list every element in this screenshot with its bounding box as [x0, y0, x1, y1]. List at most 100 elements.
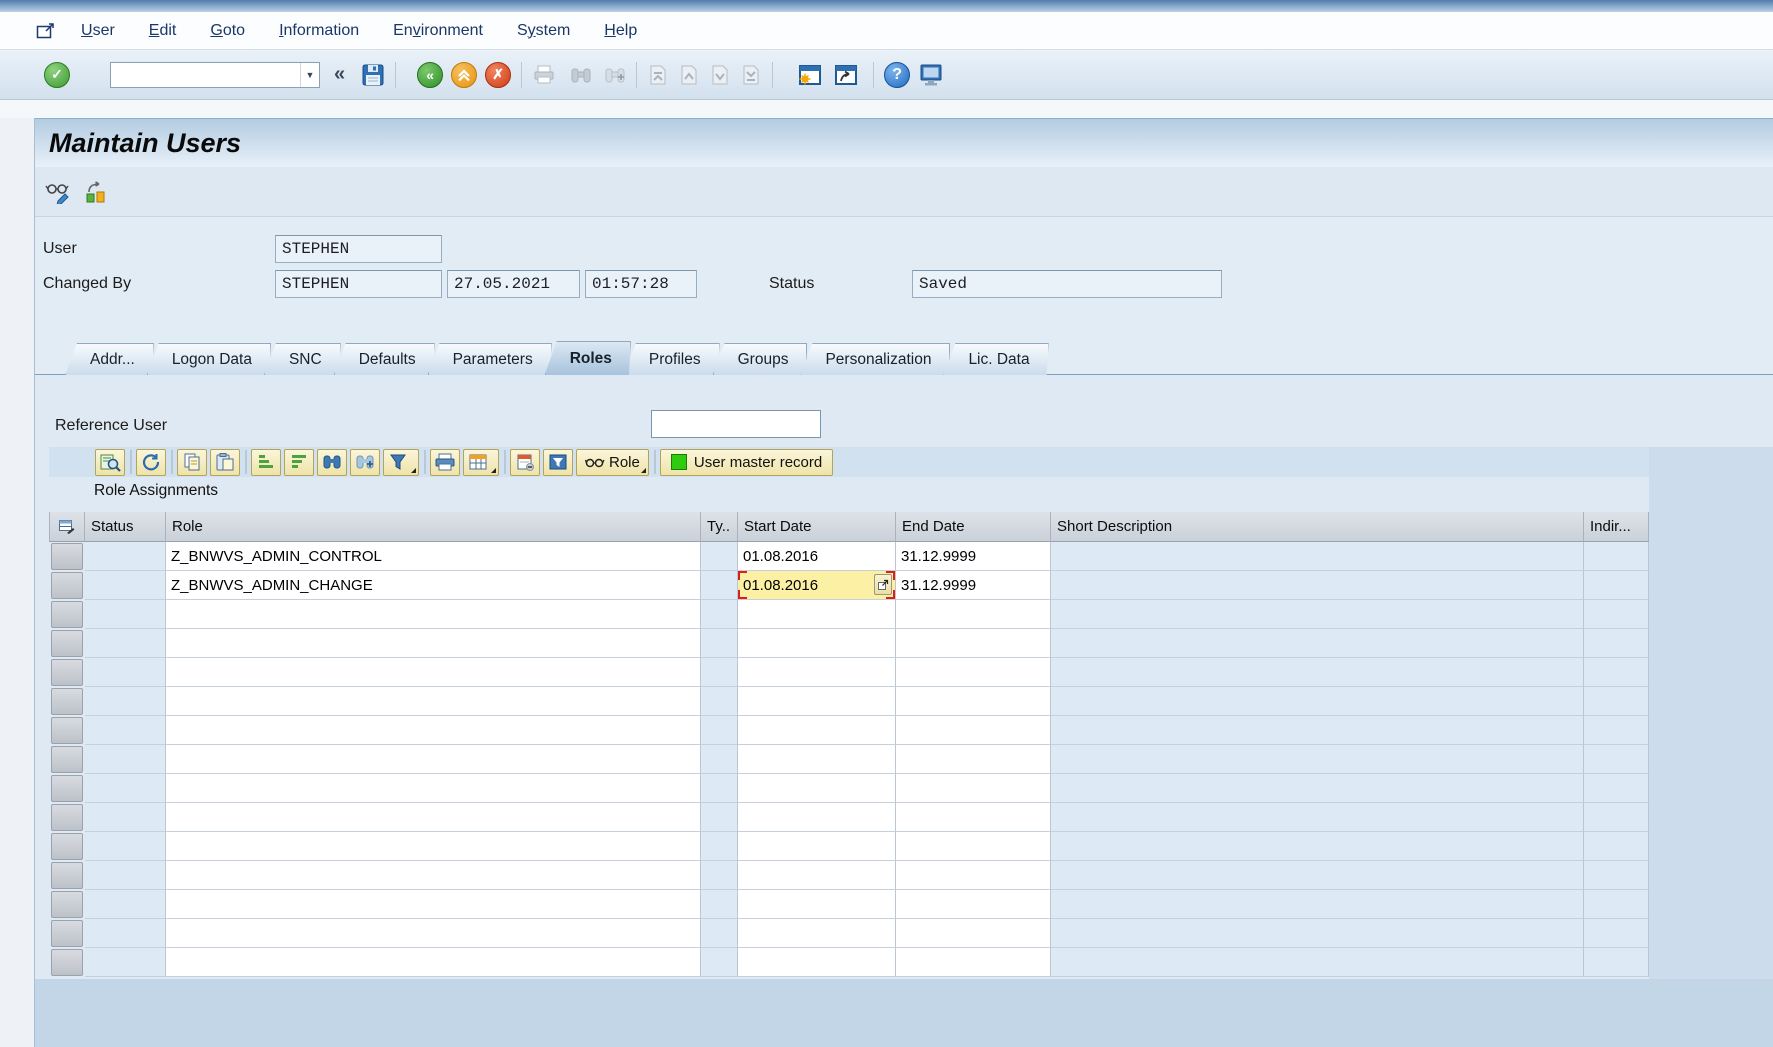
cell-role[interactable]	[166, 687, 701, 716]
sort-ascending-icon[interactable]	[251, 449, 281, 476]
copy-icon[interactable]	[177, 449, 207, 476]
help-icon[interactable]: ?	[884, 62, 910, 88]
tab-profiles[interactable]: Profiles	[624, 343, 720, 375]
cell-end[interactable]	[896, 629, 1051, 658]
views-icon[interactable]	[463, 449, 499, 476]
cell-start[interactable]: 01.08.2016	[738, 542, 896, 571]
cell-role[interactable]	[166, 803, 701, 832]
status-field[interactable]: Saved	[912, 270, 1222, 298]
tab-snc[interactable]: SNC	[264, 343, 341, 375]
cell-role[interactable]	[166, 861, 701, 890]
cell-start[interactable]	[738, 716, 896, 745]
row-selector[interactable]	[51, 891, 83, 918]
cell-end[interactable]	[896, 600, 1051, 629]
cell-start[interactable]	[738, 629, 896, 658]
value-help-button[interactable]	[874, 574, 892, 595]
row-selector[interactable]	[51, 775, 83, 802]
cell-end[interactable]: 31.12.9999	[896, 542, 1051, 571]
cell-end[interactable]	[896, 774, 1051, 803]
tab-lic-data[interactable]: Lic. Data	[943, 343, 1048, 375]
column-header-role[interactable]: Role	[166, 512, 701, 542]
new-session-icon[interactable]	[797, 63, 823, 87]
row-selector[interactable]	[51, 862, 83, 889]
menu-information[interactable]: Information	[262, 22, 376, 40]
cell-role[interactable]	[166, 919, 701, 948]
command-field[interactable]	[111, 64, 300, 86]
row-selector[interactable]	[51, 688, 83, 715]
row-selector[interactable]	[51, 630, 83, 657]
display-change-icon[interactable]	[45, 180, 71, 204]
menu-environment[interactable]: Environment	[376, 22, 500, 40]
filter-icon[interactable]	[383, 449, 419, 476]
column-header-indirect[interactable]: Indir...	[1584, 512, 1649, 542]
cell-role[interactable]	[166, 745, 701, 774]
exit-icon[interactable]	[451, 62, 477, 88]
column-header-status[interactable]: Status	[85, 512, 166, 542]
detail-icon[interactable]	[95, 449, 125, 476]
create-shortcut-icon[interactable]	[833, 63, 859, 87]
row-selector[interactable]	[51, 746, 83, 773]
cell-end[interactable]: 31.12.9999	[896, 571, 1051, 600]
cell-end[interactable]	[896, 803, 1051, 832]
row-selector[interactable]	[51, 572, 83, 599]
cell-end[interactable]	[896, 861, 1051, 890]
row-selector[interactable]	[51, 659, 83, 686]
user-master-record-button[interactable]: User master record	[660, 449, 833, 476]
cell-start[interactable]	[738, 745, 896, 774]
cell-role[interactable]	[166, 890, 701, 919]
cell-role[interactable]	[166, 716, 701, 745]
cell-end[interactable]	[896, 658, 1051, 687]
continue-icon[interactable]: ✓	[44, 62, 70, 88]
cell-role[interactable]: Z_BNWVS_ADMIN_CONTROL	[166, 542, 701, 571]
system-menu-icon[interactable]	[36, 22, 58, 40]
customize-layout-icon[interactable]	[918, 63, 944, 87]
changed-by-field[interactable]: STEPHEN	[275, 270, 442, 298]
cell-role[interactable]	[166, 629, 701, 658]
menu-edit[interactable]: Edit	[132, 22, 194, 40]
cell-start[interactable]	[738, 832, 896, 861]
cell-start[interactable]	[738, 600, 896, 629]
save-icon[interactable]	[361, 63, 385, 87]
delete-row-icon[interactable]	[510, 449, 540, 476]
column-header-end-date[interactable]: End Date	[896, 512, 1051, 542]
cell-start[interactable]	[738, 803, 896, 832]
tab-logon-data[interactable]: Logon Data	[147, 343, 271, 375]
column-header-type[interactable]: Ty..	[701, 512, 738, 542]
reference-user-input[interactable]	[651, 410, 821, 438]
cell-end[interactable]	[896, 745, 1051, 774]
row-selector[interactable]	[51, 717, 83, 744]
cell-start[interactable]: 01.08.2016	[738, 571, 896, 600]
cell-role[interactable]: Z_BNWVS_ADMIN_CHANGE	[166, 571, 701, 600]
paste-icon[interactable]	[210, 449, 240, 476]
print-icon[interactable]	[430, 449, 460, 476]
changed-date-field[interactable]: 27.05.2021	[447, 270, 580, 298]
user-field[interactable]: STEPHEN	[275, 235, 442, 263]
column-header-short-description[interactable]: Short Description	[1051, 512, 1584, 542]
row-selector[interactable]	[51, 804, 83, 831]
changed-time-field[interactable]: 01:57:28	[585, 270, 697, 298]
cell-role[interactable]	[166, 774, 701, 803]
collapse-toolbar-icon[interactable]: «	[334, 63, 345, 86]
cell-end[interactable]	[896, 890, 1051, 919]
cell-end[interactable]	[896, 919, 1051, 948]
row-selector[interactable]	[51, 949, 83, 976]
row-selector[interactable]	[51, 920, 83, 947]
table-settings-icon[interactable]	[49, 512, 85, 542]
cell-start[interactable]	[738, 890, 896, 919]
tab-parameters[interactable]: Parameters	[428, 343, 552, 375]
choose-variant-icon[interactable]	[543, 449, 573, 476]
command-dropdown-icon[interactable]: ▼	[300, 63, 319, 87]
tab-groups[interactable]: Groups	[713, 343, 808, 375]
find-next-icon[interactable]	[350, 449, 380, 476]
row-selector[interactable]	[51, 833, 83, 860]
menu-help[interactable]: Help	[587, 22, 654, 40]
cell-role[interactable]	[166, 832, 701, 861]
tab-roles[interactable]: Roles	[545, 341, 631, 375]
row-selector[interactable]	[51, 543, 83, 570]
cell-start[interactable]	[738, 861, 896, 890]
find-icon[interactable]	[317, 449, 347, 476]
cell-role[interactable]	[166, 658, 701, 687]
cell-end[interactable]	[896, 832, 1051, 861]
cancel-icon[interactable]: ✗	[485, 62, 511, 88]
refresh-icon[interactable]	[136, 449, 166, 476]
